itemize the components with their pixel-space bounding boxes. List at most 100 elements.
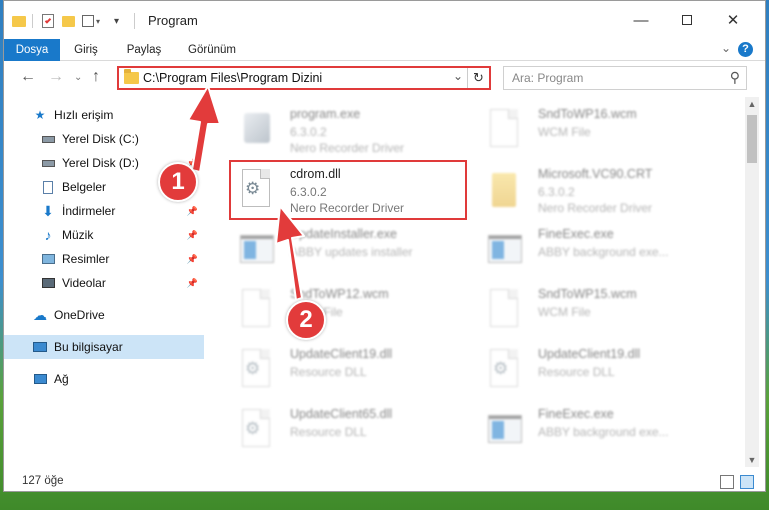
quick-access-dropdown-icon[interactable]: ▾	[114, 12, 119, 30]
address-bar[interactable]: C:\Program Files\Program Dizini ⌄ ↻	[117, 66, 491, 90]
file-item[interactable]: ⚙ UpdateClient19.dll Resource DLL	[472, 341, 712, 397]
sidebar-item-onedrive[interactable]: ☁ OneDrive	[4, 303, 204, 327]
scroll-up-icon[interactable]: ▲	[745, 99, 759, 109]
drive-icon	[40, 131, 56, 147]
file-item[interactable]: program.exe 6.3.0.2 Nero Recorder Driver	[224, 101, 464, 157]
sidebar-item-quick-access[interactable]: ★ Hızlı erişim	[4, 103, 204, 127]
separator	[32, 14, 33, 28]
scrollbar-thumb[interactable]	[747, 115, 757, 163]
status-bar: 127 öğe	[4, 471, 765, 491]
pin-icon[interactable]: 📌	[187, 230, 198, 241]
sidebar-item-downloads[interactable]: ⬇ İndirmeler 📌	[4, 199, 204, 223]
scroll-down-icon[interactable]: ▼	[745, 455, 759, 465]
sidebar-item-network[interactable]: Ağ	[4, 367, 204, 391]
file-name: program.exe	[290, 107, 361, 121]
badge-2: 2	[286, 300, 326, 340]
back-arrow-icon[interactable]: ←	[20, 68, 36, 86]
documents-icon	[40, 179, 56, 195]
file-item[interactable]: FineExec.exe ABBY background exe...	[472, 221, 712, 277]
sidebar-item-label: Yerel Disk (D:)	[62, 156, 139, 170]
sidebar-item-label: Ağ	[54, 372, 69, 386]
sidebar-item-label: Hızlı erişim	[54, 108, 114, 122]
folder-icon	[12, 12, 26, 30]
expand-ribbon-icon[interactable]: ⌄	[721, 41, 731, 55]
file-name: SndToWP16.wcm	[538, 107, 637, 121]
computer-icon	[32, 339, 48, 355]
app-window-icon	[238, 227, 274, 271]
tiles-view-icon[interactable]	[740, 475, 754, 489]
item-count: 127 öğe	[22, 475, 64, 487]
separator	[134, 13, 135, 29]
window-title: Program	[148, 13, 198, 28]
file-description: ABBY updates installer	[290, 245, 413, 259]
file-item[interactable]: SndToWP12.wcm WCM File	[224, 281, 464, 337]
up-arrow-icon[interactable]: ↑	[92, 68, 100, 86]
sidebar-item-pictures[interactable]: Resimler 📌	[4, 247, 204, 271]
search-icon[interactable]: ⚲	[730, 69, 740, 86]
sidebar-item-label: Belgeler	[62, 180, 107, 194]
file-item[interactable]: FineExec.exe ABBY background exe...	[472, 401, 712, 457]
file-description: Nero Recorder Driver	[290, 141, 405, 155]
file-item[interactable]: Microsoft.VC90.CRT 6.3.0.2 Nero Recorder…	[472, 161, 712, 217]
file-description: ABBY background exe...	[538, 425, 669, 439]
sidebar-item-this-pc[interactable]: Bu bilgisayar	[4, 335, 204, 359]
pin-icon[interactable]: 📌	[187, 254, 198, 265]
folder-icon	[486, 167, 522, 211]
file-name: UpdateInstaller.exe	[290, 227, 398, 241]
file-version: 6.3.0.2	[290, 125, 327, 139]
folder-icon	[124, 69, 139, 84]
recent-locations-icon[interactable]: ⌄	[74, 72, 82, 83]
refresh-icon[interactable]: ↻	[467, 68, 489, 88]
sidebar-item-label: İndirmeler	[62, 204, 116, 218]
document-icon	[238, 287, 274, 331]
customize-icon[interactable]: ▾	[82, 12, 100, 30]
address-dropdown-icon[interactable]: ⌄	[453, 69, 463, 83]
tab-gorunum[interactable]: Görünüm	[180, 39, 244, 61]
search-box[interactable]: Ara: Program ⚲	[503, 66, 747, 90]
maximize-button[interactable]	[664, 7, 710, 33]
properties-icon[interactable]	[42, 12, 54, 30]
vertical-scrollbar[interactable]: ▲ ▼	[745, 97, 759, 467]
file-version: 6.3.0.2	[538, 185, 575, 199]
tab-paylas[interactable]: Paylaş	[116, 39, 172, 61]
title-bar: ▾ ▾ Program — ✕	[4, 1, 765, 39]
minimize-button[interactable]: —	[618, 7, 664, 33]
pin-icon[interactable]: 📌	[187, 278, 198, 289]
app-window-icon	[486, 407, 522, 451]
file-description: WCM File	[538, 305, 591, 319]
cloud-icon: ☁	[33, 306, 47, 323]
file-description: Resource DLL	[290, 365, 367, 379]
file-item[interactable]: SndToWP16.wcm WCM File	[472, 101, 712, 157]
tab-giris[interactable]: Giriş	[64, 39, 108, 61]
sidebar-item-label: OneDrive	[54, 308, 105, 322]
music-icon: ♪	[44, 227, 52, 243]
file-item[interactable]: UpdateInstaller.exe ABBY updates install…	[224, 221, 464, 277]
file-name: FineExec.exe	[538, 227, 614, 241]
tab-dosya[interactable]: Dosya	[4, 39, 60, 61]
sidebar-item-videos[interactable]: Videolar 📌	[4, 271, 204, 295]
pictures-icon	[40, 251, 56, 267]
sidebar-item-music[interactable]: ♪ Müzik 📌	[4, 223, 204, 247]
sidebar-item-disk-c[interactable]: Yerel Disk (C:)	[4, 127, 204, 151]
app-window-icon	[486, 227, 522, 271]
new-folder-icon[interactable]	[62, 12, 75, 30]
details-view-icon[interactable]	[720, 475, 734, 489]
document-icon	[486, 287, 522, 331]
file-item[interactable]: SndToWP15.wcm WCM File	[472, 281, 712, 337]
file-list: program.exe 6.3.0.2 Nero Recorder Driver…	[214, 97, 739, 467]
video-icon	[40, 275, 56, 291]
forward-arrow-icon[interactable]: →	[48, 68, 64, 86]
pin-icon[interactable]: 📌	[187, 206, 198, 217]
close-button[interactable]: ✕	[710, 7, 756, 33]
file-name: SndToWP12.wcm	[290, 287, 389, 301]
navigation-pane: ★ Hızlı erişim Yerel Disk (C:) Yerel Dis…	[4, 97, 204, 467]
file-item[interactable]: ⚙ UpdateClient19.dll Resource DLL	[224, 341, 464, 397]
sidebar-item-label: Yerel Disk (C:)	[62, 132, 139, 146]
help-icon[interactable]: ?	[738, 42, 753, 57]
file-item[interactable]: ⚙ UpdateClient65.dll Resource DLL	[224, 401, 464, 457]
drive-icon	[40, 155, 56, 171]
address-path: C:\Program Files\Program Dizini	[143, 71, 323, 85]
network-icon	[32, 371, 48, 387]
close-icon: ✕	[726, 12, 740, 29]
file-description: Resource DLL	[538, 365, 615, 379]
